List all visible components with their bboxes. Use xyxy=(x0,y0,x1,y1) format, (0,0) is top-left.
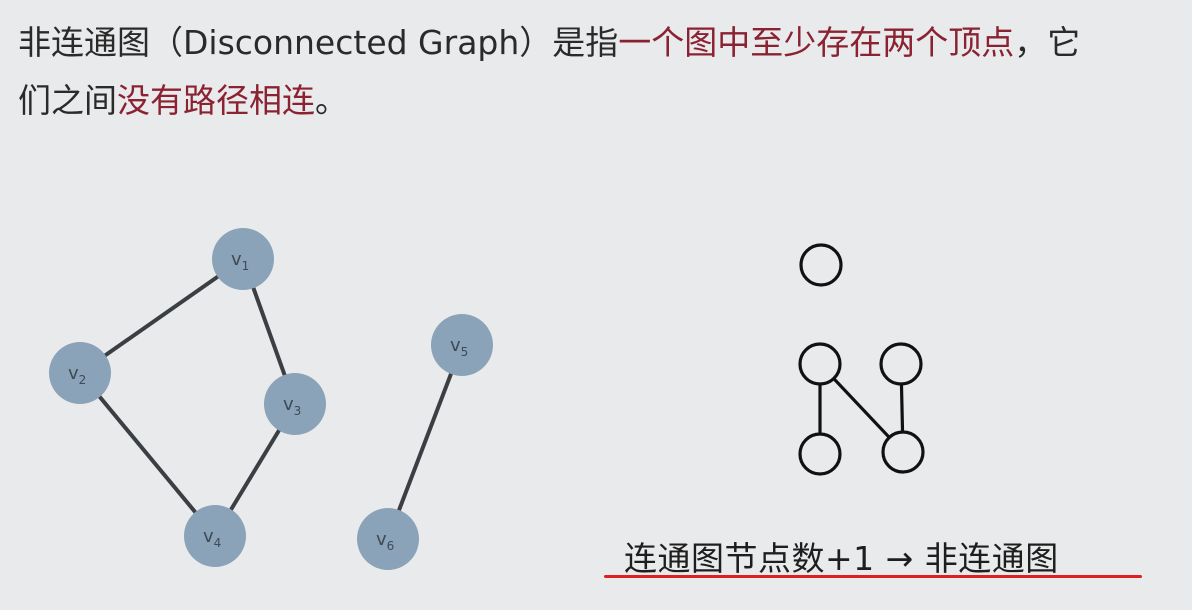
right-node-e xyxy=(881,430,925,474)
caption-text: 连通图节点数+1 → 非连通图 xyxy=(624,539,1059,578)
node-v3: v3 xyxy=(264,373,326,435)
right-graph-edges xyxy=(818,377,905,439)
left-edge-v5-v6 xyxy=(386,343,464,541)
right-edge-b-e xyxy=(832,377,891,439)
node-v1: v1 xyxy=(212,228,274,290)
right-node-a xyxy=(799,243,843,287)
node-v6: v6 xyxy=(357,508,419,570)
right-edge-c-e xyxy=(899,383,905,433)
graph-diagrams: v1 v2 v3 v4 v5 v6 xyxy=(49,228,925,570)
left-edge-v2-v4 xyxy=(78,371,217,538)
caption-underline xyxy=(604,575,1142,578)
right-node-c xyxy=(879,342,923,386)
left-graph-nodes: v1 v2 v3 v4 v5 v6 xyxy=(49,228,493,570)
right-node-d xyxy=(798,432,842,476)
node-v5: v5 xyxy=(431,314,493,376)
node-v2: v2 xyxy=(49,342,111,404)
node-v4: v4 xyxy=(184,505,246,567)
right-graph-nodes xyxy=(798,243,925,476)
right-node-b xyxy=(798,342,842,386)
